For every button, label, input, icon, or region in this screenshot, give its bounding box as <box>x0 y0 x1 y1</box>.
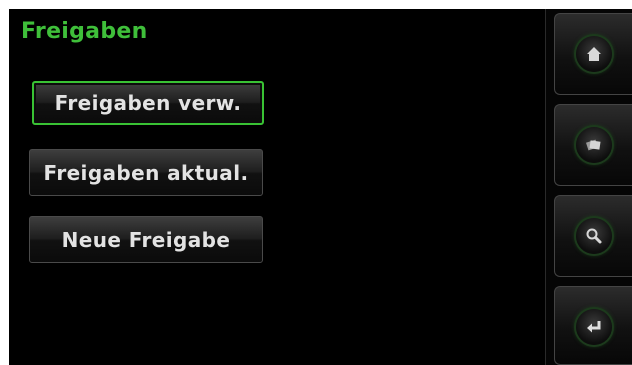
back-button[interactable] <box>554 286 632 365</box>
main-screen: Freigaben Freigaben verw. Freigaben aktu… <box>9 9 632 365</box>
cards-icon <box>576 127 612 163</box>
page-title: Freigaben <box>21 19 148 44</box>
new-share-button[interactable]: Neue Freigabe <box>29 216 263 263</box>
home-icon <box>576 36 612 72</box>
manage-shares-button[interactable]: Freigaben verw. <box>32 81 264 125</box>
cards-button[interactable] <box>554 104 632 186</box>
back-enter-icon <box>576 309 612 345</box>
home-button[interactable] <box>554 13 632 95</box>
sidebar <box>545 9 632 365</box>
search-icon <box>576 218 612 254</box>
device-screen-frame: Freigaben Freigaben verw. Freigaben aktu… <box>0 0 632 365</box>
search-button[interactable] <box>554 195 632 277</box>
update-shares-button[interactable]: Freigaben aktual. <box>29 149 263 196</box>
